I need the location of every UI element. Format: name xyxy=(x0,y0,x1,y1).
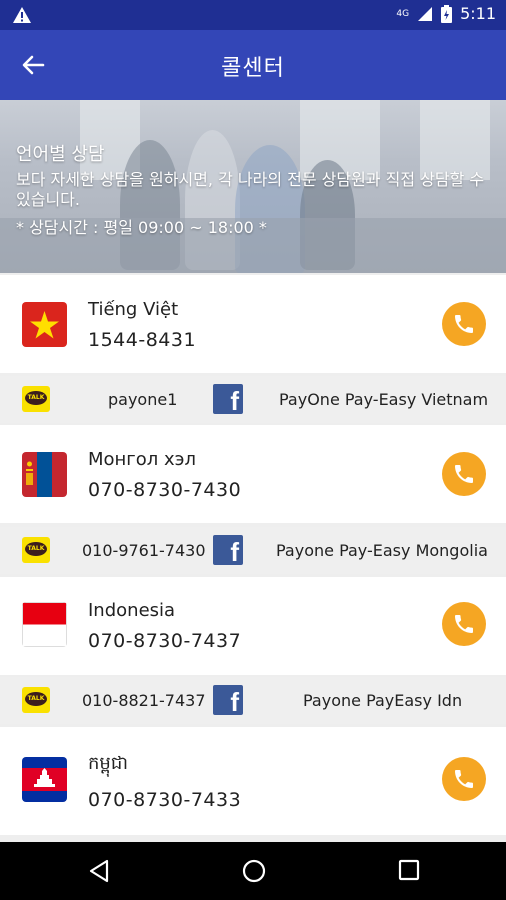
call-center-mongolia: Монгол хэл 070-8730-7430 xyxy=(0,425,506,523)
social-row-indonesia: TALK 010-8821-7437 f Payone PayEasy Idn xyxy=(0,677,506,724)
phone-number[interactable]: 070-8730-7437 xyxy=(88,630,241,652)
banner-heading: 언어별 상담 xyxy=(16,144,105,165)
facebook-page-name[interactable]: Payone PayEasy Idn xyxy=(303,691,462,710)
recents-nav-icon[interactable] xyxy=(397,858,421,882)
page-title: 콜센터 xyxy=(221,56,285,81)
phone-icon xyxy=(455,770,473,788)
phone-icon xyxy=(455,315,473,333)
kakaotalk-icon[interactable]: TALK xyxy=(22,687,50,713)
kakao-id[interactable]: payone1 xyxy=(108,390,177,409)
call-center-indonesia: Indonesia 070-8730-7437 xyxy=(0,577,506,675)
network-type: 4G xyxy=(396,8,410,19)
phone-number[interactable]: 1544-8431 xyxy=(88,329,196,351)
battery-icon xyxy=(441,4,453,23)
banner-description: 보다 자세한 상담을 원하시면, 각 나라의 전문 상담원과 직접 상담할 수 … xyxy=(16,170,485,209)
language-name: Indonesia xyxy=(88,600,176,621)
facebook-page-name[interactable]: PayOne Pay-Easy Vietnam xyxy=(279,390,488,409)
phone-number[interactable]: 070-8730-7433 xyxy=(88,789,241,811)
indonesia-flag-icon xyxy=(22,602,67,647)
call-button[interactable] xyxy=(442,302,486,346)
hero-banner: 언어별 상담 보다 자세한 상담을 원하시면, 각 나라의 전문 상담원과 직접… xyxy=(0,100,506,273)
kakao-id[interactable]: 010-9761-7430 xyxy=(82,541,206,560)
signal-icon xyxy=(418,6,433,21)
banner-hours: * 상담시간 : 평일 09:00 ~ 18:00 * xyxy=(16,218,267,237)
social-row-mongolia: TALK 010-9761-7430 f Payone Pay-Easy Mon… xyxy=(0,527,506,574)
clock: 5:11 xyxy=(460,4,496,23)
phone-number[interactable]: 070-8730-7430 xyxy=(88,479,241,501)
mongolia-flag-icon xyxy=(22,452,67,497)
call-button[interactable] xyxy=(442,602,486,646)
facebook-page-name[interactable]: Payone Pay-Easy Mongolia xyxy=(276,541,488,560)
back-nav-icon[interactable] xyxy=(87,858,111,884)
phone-icon xyxy=(455,615,473,633)
app-bar: 콜센터 xyxy=(0,30,506,100)
vietnam-flag-icon xyxy=(22,302,67,347)
system-navigation-bar xyxy=(0,842,506,900)
call-button[interactable] xyxy=(442,757,486,801)
kakaotalk-icon[interactable]: TALK xyxy=(22,537,50,563)
cambodia-flag-icon xyxy=(22,757,67,802)
status-bar: 4G 5:11 xyxy=(0,0,506,30)
kakao-id[interactable]: 010-8821-7437 xyxy=(82,691,206,710)
language-name: កម្ពុជា xyxy=(88,753,128,774)
language-name: Монгол хэл xyxy=(88,449,197,470)
home-nav-icon[interactable] xyxy=(241,858,267,884)
facebook-icon[interactable]: f xyxy=(213,384,243,416)
call-center-cambodia: កម្ពុជា 070-8730-7433 xyxy=(0,727,506,835)
kakaotalk-icon[interactable]: TALK xyxy=(22,386,50,412)
language-name: Tiếng Việt xyxy=(88,299,179,320)
warning-icon xyxy=(13,7,31,23)
facebook-icon[interactable]: f xyxy=(213,535,243,567)
facebook-icon[interactable]: f xyxy=(213,685,243,717)
social-row-vietnam: TALK payone1 f PayOne Pay-Easy Vietnam xyxy=(0,376,506,423)
phone-icon xyxy=(455,465,473,483)
call-button[interactable] xyxy=(442,452,486,496)
call-center-vietnam: Tiếng Việt 1544-8431 xyxy=(0,275,506,373)
